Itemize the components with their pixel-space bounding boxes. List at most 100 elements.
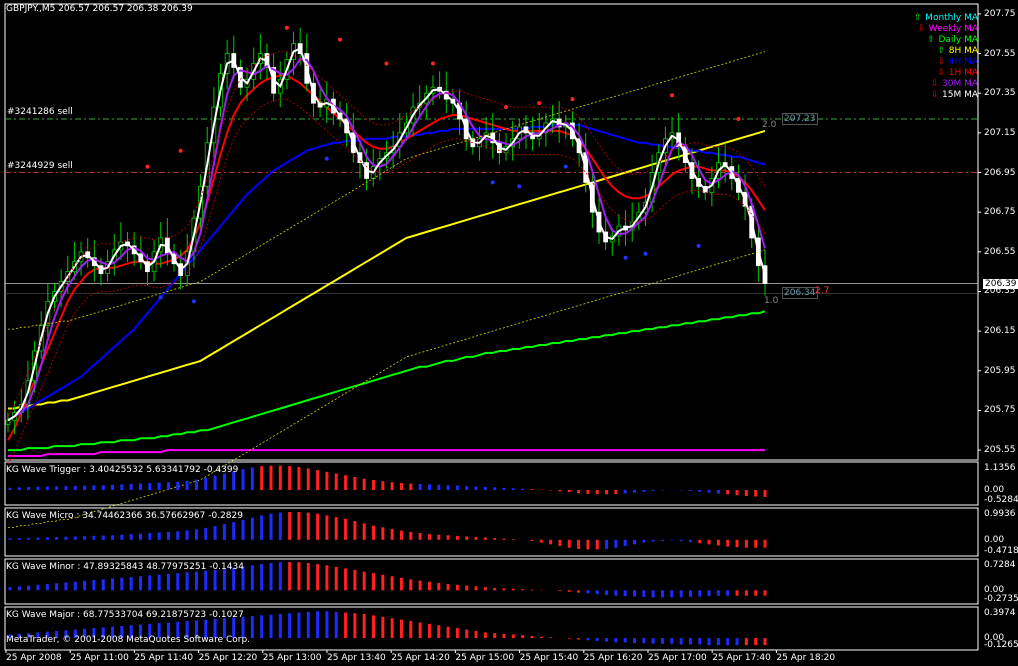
arrow-up-icon: ⇧ bbox=[927, 35, 935, 45]
subchart-tick-label: 0.9936 bbox=[984, 509, 1016, 519]
subchart-label: KG Wave Micro : 34.74462366 36.57662967 … bbox=[6, 511, 243, 521]
x-tick-label: 25 Apr 15:40 bbox=[519, 653, 579, 663]
x-tick-label: 25 Apr 17:00 bbox=[648, 653, 707, 663]
y-tick-label: 205.95 bbox=[984, 365, 1016, 376]
x-tick-label: 25 Apr 13:00 bbox=[262, 653, 322, 663]
box-bottom-label: 206.34 bbox=[782, 287, 818, 299]
arrow-up-icon: ⇧ bbox=[937, 46, 946, 56]
subchart-tick-label: -0.2735 bbox=[984, 594, 1018, 604]
signal-dot-high bbox=[537, 101, 542, 106]
y-tick-label: 206.75 bbox=[984, 207, 1016, 218]
envelope-upper bbox=[7, 51, 766, 417]
legend-label: 1H MA bbox=[945, 68, 978, 78]
subchart-label: KG Wave Major : 68.77533704 69.21875723 … bbox=[6, 610, 244, 620]
subchart-tick-label: 0.00 bbox=[984, 485, 1005, 495]
signal-dot-low bbox=[643, 251, 648, 256]
signal-dot-high bbox=[178, 148, 183, 153]
legend-item: ⇩ 30M MA bbox=[913, 79, 978, 90]
subchart-tick-label: 0.3974 bbox=[984, 608, 1016, 618]
subchart-label: KG Wave Minor : 47.89325843 48.77975251 … bbox=[6, 562, 244, 572]
subchart-tick-label: 0.7284 bbox=[984, 560, 1016, 570]
signal-dot-low bbox=[696, 243, 701, 248]
legend-item: ⇧ Daily MA bbox=[913, 35, 978, 46]
y-tick-label: 206.15 bbox=[984, 326, 1016, 337]
candle-body bbox=[5, 419, 11, 425]
signal-dot-high bbox=[504, 105, 509, 110]
legend-label: 4H MA bbox=[945, 57, 978, 67]
subchart-tick-label: 0.00 bbox=[984, 534, 1005, 545]
signal-dot-low bbox=[623, 255, 628, 260]
signal-dot-high bbox=[338, 37, 343, 42]
x-tick-label: 25 Apr 11:40 bbox=[134, 653, 194, 663]
signal-dot-high bbox=[670, 93, 675, 98]
subchart-tick-label: -0.1265 bbox=[984, 640, 1018, 650]
subchart-tick-label: 1.1356 bbox=[984, 463, 1016, 473]
ma-line-weekly-ma bbox=[8, 449, 765, 457]
subchart-label: KG Wave Trigger : 3.40425532 5.63341792 … bbox=[6, 465, 239, 475]
main-frame bbox=[4, 3, 979, 461]
legend-item: ⇩ Weekly MA bbox=[913, 24, 978, 35]
red-value-label: 2.7 bbox=[815, 286, 830, 296]
y-tick-label: 205.75 bbox=[984, 405, 1016, 416]
signal-dot-high bbox=[145, 164, 150, 169]
x-tick-label: 25 Apr 11:00 bbox=[70, 653, 129, 663]
signal-dot-high bbox=[736, 116, 741, 121]
signal-dot-high bbox=[284, 25, 289, 30]
x-tick-label: 25 Apr 16:20 bbox=[583, 653, 643, 663]
legend-label: 15M MA bbox=[939, 90, 978, 100]
current-price-box: 206.39 bbox=[983, 278, 1018, 289]
x-tick-label: 25 Apr 2008 bbox=[6, 653, 62, 663]
legend-label: Monthly MA bbox=[922, 13, 978, 23]
signal-dot-low bbox=[490, 180, 495, 185]
level-top-label: 2.0 bbox=[762, 120, 777, 130]
arrow-down-icon: ⇩ bbox=[937, 68, 946, 78]
signal-dot-high bbox=[570, 97, 575, 102]
signal-dot-low bbox=[324, 156, 329, 161]
level-bottom-label: 1.0 bbox=[764, 296, 779, 306]
chart-title: GBPJPY.,M5 206.57 206.57 206.38 206.39 bbox=[6, 4, 193, 14]
legend-item: ⇩ 1H MA bbox=[913, 68, 978, 79]
ma-line-15m bbox=[7, 47, 766, 422]
signal-dot-high bbox=[384, 61, 389, 66]
x-tick-label: 25 Apr 17:40 bbox=[712, 653, 771, 663]
copyright-text: MetaTrader, © 2001-2008 MetaQuotes Softw… bbox=[6, 635, 251, 645]
y-tick-label: 206.55 bbox=[984, 246, 1016, 257]
signal-dot-low bbox=[191, 299, 196, 304]
y-tick-label: 207.35 bbox=[984, 88, 1016, 99]
legend-label: Daily MA bbox=[935, 35, 978, 45]
y-tick-label: 207.15 bbox=[984, 127, 1016, 138]
legend-label: 8H MA bbox=[945, 46, 978, 56]
legend-item: ⇧ Monthly MA bbox=[913, 13, 978, 24]
legend-item: ⇩ 15M MA bbox=[913, 90, 978, 101]
arrow-down-icon: ⇩ bbox=[930, 79, 939, 89]
signal-dot-low bbox=[158, 295, 163, 300]
legend-label: 30M MA bbox=[939, 79, 978, 89]
order-label: #3241286 sell bbox=[7, 106, 73, 117]
legend-item: ⇩ 4H MA bbox=[913, 57, 978, 68]
ma-legend: ⇧ Monthly MA ⇩ Weekly MA ⇧ Daily MA ⇧ 8H MA… bbox=[913, 13, 978, 101]
subchart-tick-label: -0.5284 bbox=[984, 495, 1018, 505]
x-tick-label: 25 Apr 15:00 bbox=[455, 653, 515, 663]
x-tick-label: 25 Apr 14:20 bbox=[391, 653, 450, 663]
signal-dot-low bbox=[563, 164, 568, 169]
x-tick-label: 25 Apr 18:20 bbox=[776, 653, 836, 663]
legend-label: Weekly MA bbox=[925, 24, 978, 34]
y-tick-label: 206.95 bbox=[984, 167, 1016, 178]
ma-line-daily-ma bbox=[8, 310, 766, 452]
arrow-down-icon: ⇩ bbox=[917, 24, 926, 34]
arrow-up-icon: ⇧ bbox=[914, 13, 922, 23]
x-tick-label: 25 Apr 12:20 bbox=[198, 653, 258, 663]
signal-dot-high bbox=[430, 61, 435, 66]
box-top-label: 207.23 bbox=[782, 113, 818, 125]
arrow-down-icon: ⇩ bbox=[937, 57, 946, 67]
subchart-tick-label: -0.4718 bbox=[984, 546, 1018, 556]
x-tick-label: 25 Apr 13:40 bbox=[327, 653, 386, 663]
signal-dot-low bbox=[517, 184, 522, 189]
y-tick-label: 207.55 bbox=[984, 48, 1016, 59]
ma-line-30m bbox=[7, 57, 766, 422]
legend-item: ⇧ 8H MA bbox=[913, 46, 978, 57]
y-tick-label: 207.75 bbox=[984, 8, 1016, 19]
order-label: #3244929 sell bbox=[7, 160, 73, 171]
arrow-down-icon: ⇩ bbox=[930, 90, 939, 100]
y-tick-label: 205.55 bbox=[984, 445, 1016, 456]
